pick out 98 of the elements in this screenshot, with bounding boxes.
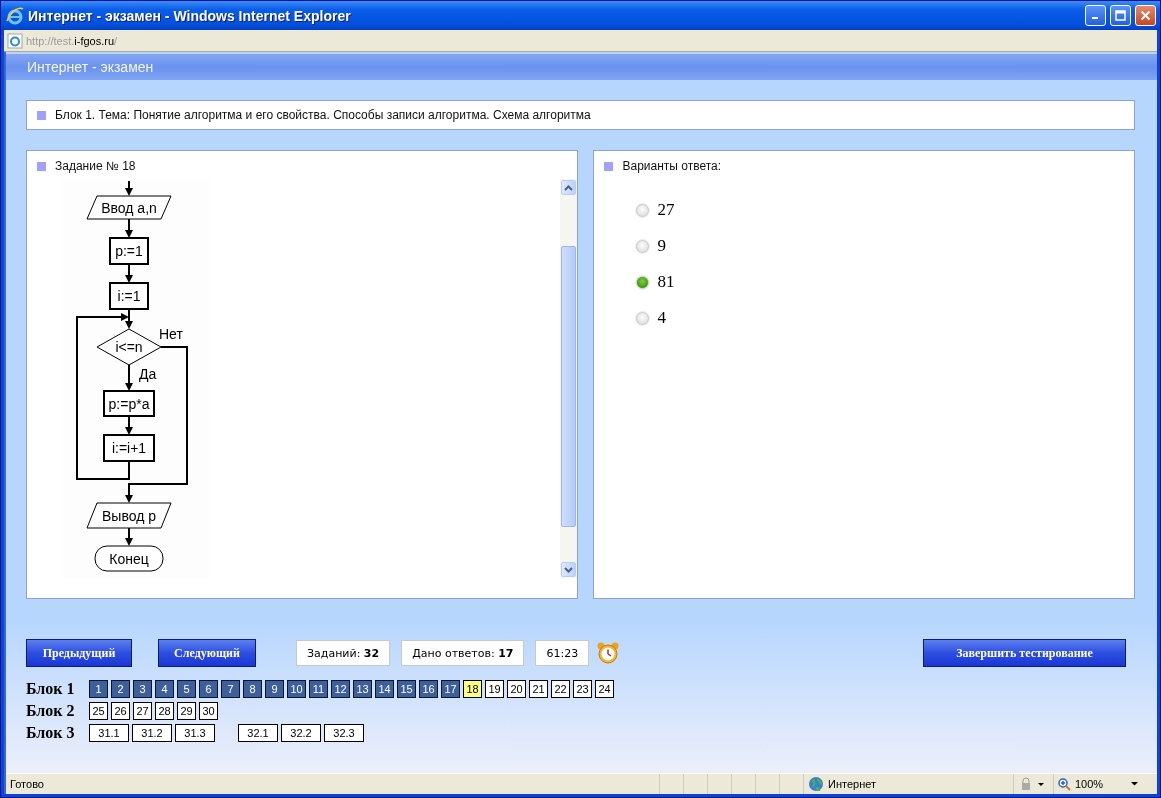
flow-arrow [125, 415, 133, 435]
flow-arrow [125, 527, 133, 546]
question-number[interactable]: 31.3 [175, 724, 215, 742]
question-number[interactable]: 23 [573, 680, 592, 698]
alarm-clock-icon [596, 641, 621, 665]
bullet-icon [37, 110, 46, 120]
counter-field: 61:23 [535, 640, 590, 666]
browser-logo-icon [6, 6, 24, 25]
next-button[interactable]: Следующий [158, 639, 256, 667]
question-number[interactable]: 28 [155, 702, 174, 720]
answer-option[interactable]: 4 [657, 308, 666, 328]
caret-icon[interactable] [1131, 782, 1139, 786]
flowchart-node: i:=1 [109, 282, 149, 310]
status-text: Готово [9, 778, 45, 790]
page-icon [7, 32, 23, 49]
question-number[interactable]: 16 [419, 680, 438, 698]
answer-option[interactable]: 81 [657, 272, 675, 292]
flow-arrow [125, 364, 133, 391]
radio-button[interactable] [636, 275, 650, 289]
close-icon [1140, 10, 1151, 21]
flowchart-node: Вывод p [86, 502, 172, 529]
block-label: Блок 1 [26, 680, 76, 698]
question-number[interactable]: 24 [595, 680, 614, 698]
question-number[interactable]: 14 [375, 680, 394, 698]
minimize-button[interactable] [1085, 5, 1106, 26]
question-number[interactable]: 32.3 [324, 724, 364, 742]
answer-option[interactable]: 27 [657, 200, 675, 220]
question-number[interactable]: 11 [309, 680, 328, 698]
counter-field: Заданий: 32 [296, 640, 391, 666]
question-number[interactable]: 30 [199, 702, 218, 720]
flowchart-node: p:=p*a [103, 390, 155, 417]
answer-option[interactable]: 9 [657, 236, 666, 256]
question-number[interactable]: 32.2 [281, 724, 321, 742]
bullet-icon [604, 161, 614, 171]
question-number[interactable]: 3 [133, 680, 152, 698]
window-title: Интернет - экзамен - Windows Internet Explorer [28, 7, 352, 24]
no-branch-label: Нет [159, 326, 183, 342]
scroll-down-button[interactable] [561, 562, 577, 577]
zoom-icon [1058, 777, 1071, 791]
question-number[interactable]: 12 [331, 680, 350, 698]
question-number[interactable]: 7 [221, 680, 240, 698]
flow-arrow [125, 218, 133, 238]
maximize-icon [1115, 10, 1126, 21]
question-number[interactable]: 1 [89, 680, 108, 698]
close-button[interactable] [1135, 5, 1156, 26]
question-number[interactable]: 31.2 [132, 724, 172, 742]
question-number[interactable]: 25 [89, 702, 108, 720]
question-number[interactable]: 5 [177, 680, 196, 698]
flowchart-node: p:=1 [109, 237, 149, 265]
question-number[interactable]: 21 [529, 680, 548, 698]
flow-arrow [125, 308, 133, 329]
radio-button[interactable] [636, 311, 650, 325]
scrollbar[interactable] [560, 179, 578, 578]
question-number[interactable]: 20 [507, 680, 526, 698]
yes-branch-label: Да [139, 366, 157, 382]
answers-title: Варианты ответа: [622, 159, 722, 173]
question-number[interactable]: 10 [287, 680, 306, 698]
globe-icon [808, 776, 824, 792]
topic-text: Блок 1. Тема: Понятие алгоритма и его свойства. Способы записи алгоритма. Схема алгоритма [55, 108, 591, 122]
counter-field: Дано ответов: 17 [401, 640, 525, 666]
block-label: Блок 3 [26, 724, 76, 742]
question-number[interactable]: 26 [111, 702, 130, 720]
question-number[interactable]: 6 [199, 680, 218, 698]
scroll-up-button[interactable] [561, 180, 577, 195]
question-number[interactable]: 18 [463, 680, 482, 698]
chevron-up-icon [564, 184, 574, 191]
finish-button[interactable]: Завершить тестирование [923, 639, 1126, 667]
question-number[interactable]: 17 [441, 680, 460, 698]
question-number[interactable]: 19 [485, 680, 504, 698]
flowchart-node: Конец [94, 545, 164, 572]
question-number[interactable]: 13 [353, 680, 372, 698]
question-number[interactable]: 9 [265, 680, 284, 698]
scroll-thumb[interactable] [561, 246, 577, 527]
question-number[interactable]: 29 [177, 702, 196, 720]
chevron-down-icon [564, 566, 574, 573]
zoom-level[interactable]: 100% [1075, 778, 1104, 790]
page-header: Интернет - экзамен [6, 54, 1157, 80]
url-text: http://test.i-fgos.ru/ [26, 34, 118, 47]
question-number[interactable]: 8 [243, 680, 262, 698]
zone-text: Интернет [828, 778, 876, 790]
question-number[interactable]: 2 [111, 680, 130, 698]
flowchart-node: i:=i+1 [103, 434, 155, 462]
question-number[interactable]: 32.1 [238, 724, 278, 742]
flowchart-node: Ввод a,n [86, 195, 172, 220]
block-label: Блок 2 [26, 702, 76, 720]
question-number[interactable]: 4 [155, 680, 174, 698]
question-number[interactable]: 27 [133, 702, 152, 720]
bullet-icon [37, 161, 46, 171]
previous-button[interactable]: Предыдущий [26, 639, 132, 667]
radio-button[interactable] [636, 203, 650, 217]
question-number[interactable]: 15 [397, 680, 416, 698]
question-number[interactable]: 22 [551, 680, 570, 698]
maximize-button[interactable] [1110, 5, 1131, 26]
flow-arrow [125, 180, 133, 196]
task-title: Задание № 18 [55, 159, 136, 173]
question-number[interactable]: 31.1 [89, 724, 129, 742]
radio-button[interactable] [636, 239, 650, 253]
flow-arrow [125, 263, 133, 283]
